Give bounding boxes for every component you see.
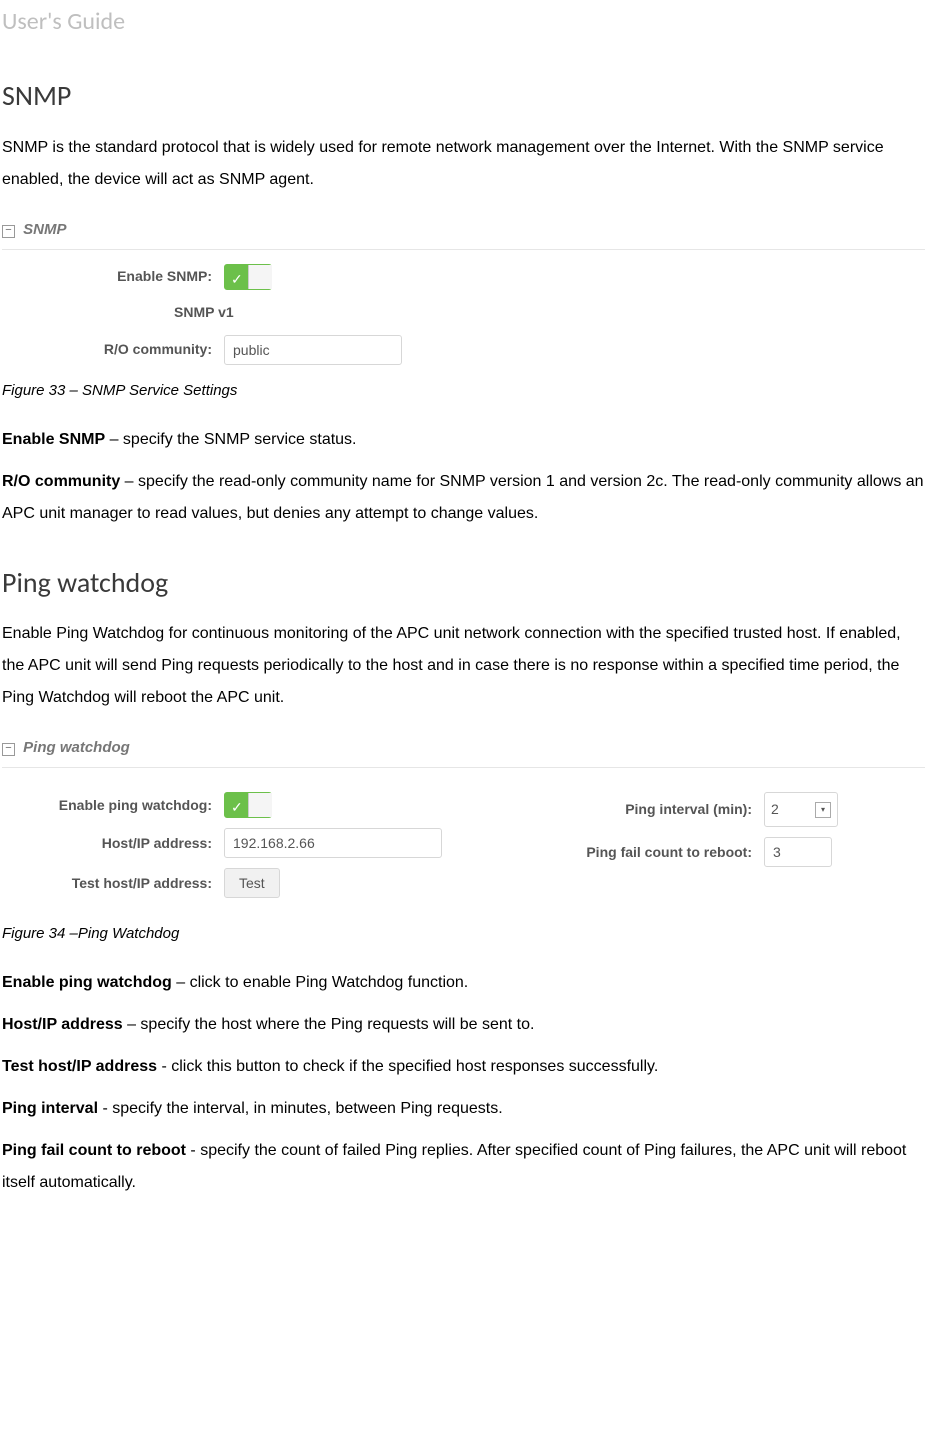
def-host-ip-term: Host/IP address (2, 1016, 123, 1033)
ro-community-label: R/O community: (2, 337, 224, 362)
def-test-host-term: Test host/IP address (2, 1058, 157, 1075)
ping-figure-caption: Figure 34 –Ping Watchdog (2, 920, 925, 947)
host-ip-input[interactable] (224, 828, 442, 858)
ping-failcount-label: Ping fail count to reboot: (522, 840, 764, 865)
ping-heading: Ping watchdog (2, 558, 925, 608)
snmp-panel-title: SNMP (23, 221, 66, 238)
def-ping-interval: Ping interval - specify the interval, in… (2, 1093, 925, 1125)
def-ro-community-text: – specify the read-only community name f… (2, 473, 924, 522)
def-ro-community: R/O community – specify the read-only co… (2, 466, 925, 530)
def-test-host-text: - click this button to check if the spec… (157, 1058, 658, 1075)
ping-panel: − Ping watchdog Enable ping watchdog: ✓ … (2, 732, 925, 908)
enable-snmp-toggle[interactable]: ✓ (224, 264, 272, 290)
enable-snmp-label: Enable SNMP: (2, 264, 224, 289)
def-ping-interval-term: Ping interval (2, 1100, 98, 1117)
def-ping-interval-text: - specify the interval, in minutes, betw… (98, 1100, 503, 1117)
test-button[interactable]: Test (224, 868, 280, 898)
def-host-ip-text: – specify the host where the Ping reques… (123, 1016, 535, 1033)
def-enable-snmp: Enable SNMP – specify the SNMP service s… (2, 424, 925, 456)
def-ping-failcount-term: Ping fail count to reboot (2, 1142, 186, 1159)
ro-community-input[interactable] (224, 335, 402, 365)
collapse-icon[interactable]: − (2, 743, 15, 756)
ping-interval-label: Ping interval (min): (522, 797, 764, 822)
def-enable-ping-term: Enable ping watchdog (2, 974, 172, 991)
ping-panel-head[interactable]: − Ping watchdog (2, 732, 925, 768)
snmp-intro: SNMP is the standard protocol that is wi… (2, 132, 925, 196)
host-ip-label: Host/IP address: (2, 831, 224, 856)
ping-failcount-input[interactable] (764, 837, 832, 867)
def-enable-snmp-term: Enable SNMP (2, 431, 105, 448)
def-ping-failcount: Ping fail count to reboot - specify the … (2, 1135, 925, 1199)
def-enable-ping: Enable ping watchdog – click to enable P… (2, 967, 925, 999)
snmp-panel: − SNMP Enable SNMP: ✓ SNMP v1 R/O commun… (2, 214, 925, 365)
snmp-version-label: SNMP v1 (174, 300, 925, 325)
def-ro-community-term: R/O community (2, 473, 120, 490)
test-host-label: Test host/IP address: (2, 871, 224, 896)
ping-intro: Enable Ping Watchdog for continuous moni… (2, 618, 925, 714)
def-enable-ping-text: – click to enable Ping Watchdog function… (172, 974, 468, 991)
chevron-down-icon: ▾ (815, 802, 831, 818)
check-icon: ✓ (231, 267, 243, 292)
snmp-figure-caption: Figure 33 – SNMP Service Settings (2, 377, 925, 404)
enable-ping-label: Enable ping watchdog: (2, 793, 224, 818)
ping-interval-value: 2 (771, 797, 779, 822)
snmp-heading: SNMP (2, 71, 925, 121)
collapse-icon[interactable]: − (2, 225, 15, 238)
toggle-knob (248, 265, 272, 289)
def-host-ip: Host/IP address – specify the host where… (2, 1009, 925, 1041)
toggle-knob (248, 793, 272, 817)
def-enable-snmp-text: – specify the SNMP service status. (105, 431, 356, 448)
page-header: User's Guide (2, 0, 925, 43)
check-icon: ✓ (231, 795, 243, 820)
snmp-panel-head[interactable]: − SNMP (2, 214, 925, 250)
enable-ping-toggle[interactable]: ✓ (224, 792, 272, 818)
ping-interval-select[interactable]: 2 ▾ (764, 792, 838, 827)
def-test-host: Test host/IP address - click this button… (2, 1051, 925, 1083)
ping-panel-title: Ping watchdog (23, 739, 130, 756)
